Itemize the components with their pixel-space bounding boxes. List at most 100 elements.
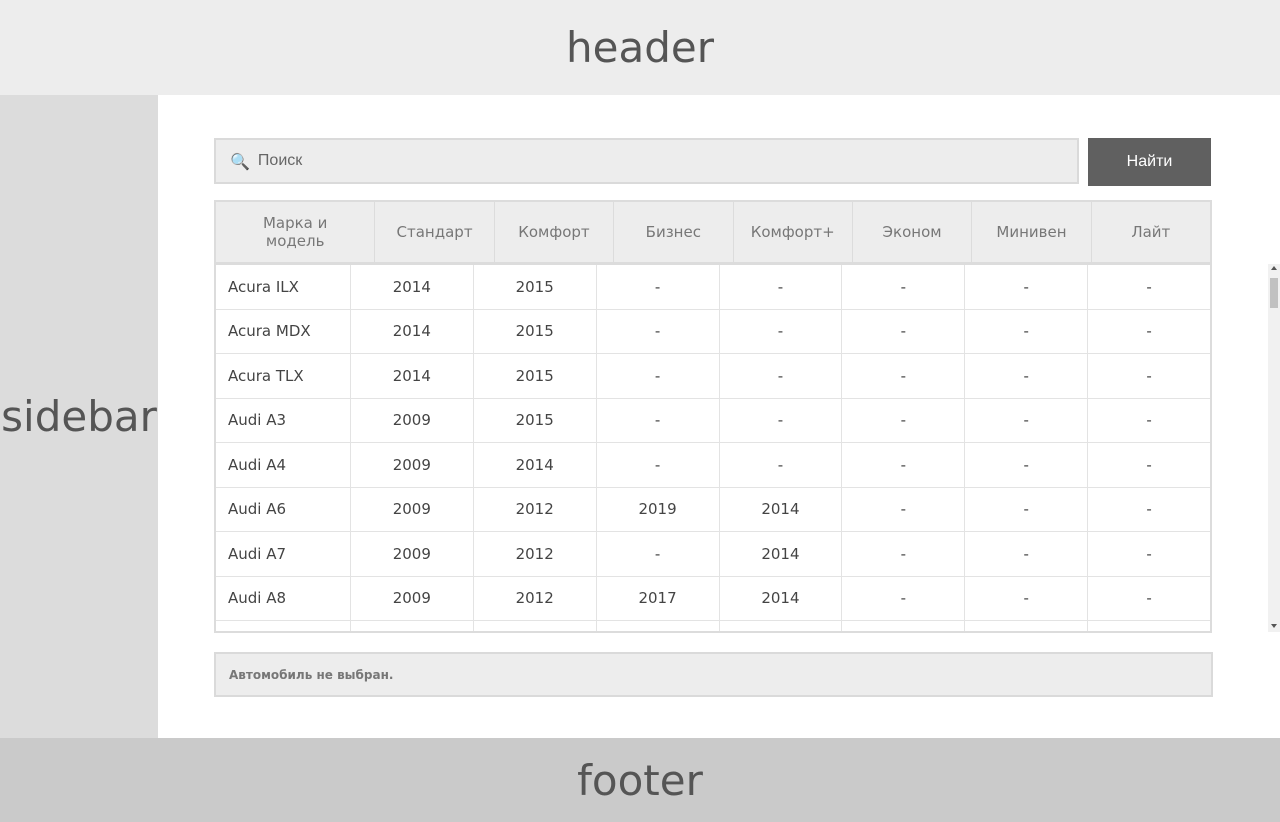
- table-row[interactable]: Audi A6 2009 2012 2019 2014- - -: [216, 487, 1210, 532]
- table-row[interactable]: Acura TLX 2014 2015- - - - -: [216, 354, 1210, 399]
- column-header: Бизнес: [614, 202, 734, 262]
- year-cell: 2012: [474, 487, 597, 531]
- year-cell: 2014: [351, 265, 474, 309]
- column-header: Комфорт+: [734, 202, 853, 262]
- page-footer: footer: [0, 738, 1280, 822]
- year-cell: -: [720, 398, 843, 442]
- year-cell: 2009: [351, 398, 474, 442]
- year-cell: -: [965, 443, 1089, 487]
- year-cell: -: [842, 398, 966, 442]
- year-cell: -: [965, 576, 1089, 620]
- table-header: Марка и модель Стандарт Комфорт Бизнес Комфо…: [216, 202, 1210, 265]
- table-row[interactable]: Audi A8 2009 2012 2017 2014- - -: [216, 576, 1210, 621]
- column-header: Марка и модель: [216, 202, 376, 262]
- status-message: Автомобиль не выбран.: [214, 652, 1213, 697]
- scroll-up-icon[interactable]: [1271, 266, 1277, 270]
- year-cell: -: [965, 265, 1089, 309]
- year-cell: 2017: [597, 576, 720, 620]
- column-header: Минивен: [972, 202, 1092, 262]
- year-cell: -: [1146, 322, 1152, 341]
- search-icon: 🔍: [230, 151, 250, 171]
- year-cell: 2015: [474, 354, 597, 398]
- year-cell: -: [965, 398, 1089, 442]
- year-cell: 2014: [720, 576, 843, 620]
- year-cell: 2009: [351, 443, 474, 487]
- column-header: Эконом: [853, 202, 973, 262]
- year-cell: -: [842, 621, 966, 631]
- search-field[interactable]: 🔍: [214, 138, 1079, 184]
- column-header: Лайт: [1131, 223, 1171, 241]
- year-cell: 2012: [474, 576, 597, 620]
- year-cell: -: [965, 487, 1089, 531]
- car-model-cell: Audi A4: [216, 443, 351, 487]
- year-cell: -: [597, 398, 720, 442]
- footer-text: footer: [577, 755, 703, 805]
- column-header: Стандарт: [375, 202, 495, 262]
- header-text: header: [566, 23, 714, 72]
- year-cell: -: [965, 532, 1089, 576]
- year-cell: 2015: [474, 265, 597, 309]
- year-cell: -: [1146, 589, 1152, 608]
- year-cell: 2012: [474, 532, 597, 576]
- year-cell: 2019: [597, 487, 720, 531]
- year-cell: -: [1146, 411, 1152, 430]
- year-cell: -: [842, 487, 966, 531]
- year-cell: 2015: [474, 309, 597, 353]
- year-cell: -: [597, 309, 720, 353]
- year-cell: -: [1146, 277, 1152, 296]
- cars-table: Марка и модель Стандарт Комфорт Бизнес Комфо…: [214, 200, 1212, 633]
- year-cell: -: [965, 354, 1089, 398]
- car-model-cell: Audi A3: [216, 398, 351, 442]
- year-cell: -: [597, 443, 720, 487]
- year-cell: -: [842, 576, 966, 620]
- car-model-cell: Acura TLX: [216, 354, 351, 398]
- year-cell: -: [842, 309, 966, 353]
- year-cell: -: [720, 621, 843, 631]
- year-cell: -: [1146, 455, 1152, 474]
- year-cell: 2014: [720, 532, 843, 576]
- scroll-down-icon[interactable]: [1271, 624, 1277, 628]
- year-cell: 2014: [720, 487, 843, 531]
- sidebar: sidebar: [0, 95, 158, 738]
- table-body[interactable]: Acura ILX 2014 2015- - - - - Acura MDX 2014 2015-…: [216, 265, 1210, 631]
- year-cell: -: [1146, 366, 1152, 385]
- car-model-cell: Audi A6: [216, 487, 351, 531]
- table-row[interactable]: Acura MDX 2014 2015- - - - -: [216, 309, 1210, 354]
- search-input[interactable]: [255, 151, 1060, 171]
- car-model-cell: Audi A7: [216, 532, 351, 576]
- year-cell: -: [965, 621, 1089, 631]
- year-cell: -: [597, 265, 720, 309]
- table-row[interactable]: Acura ILX 2014 2015- - - - -: [216, 265, 1210, 310]
- table-row[interactable]: Audi A4 2009 2014- - - - -: [216, 443, 1210, 488]
- page-header: header: [0, 0, 1280, 95]
- table-row[interactable]: Audi A8 L--2018----: [216, 621, 1210, 631]
- table-scrollbar[interactable]: [1268, 264, 1280, 632]
- scrollbar-thumb[interactable]: [1270, 278, 1278, 308]
- year-cell: -: [842, 532, 966, 576]
- find-button[interactable]: Найти: [1088, 138, 1211, 186]
- year-cell: -: [474, 621, 597, 631]
- year-cell: 2009: [351, 576, 474, 620]
- main-content: 🔍 Найти Марка и модельСтандартКомфортБиз…: [158, 95, 1280, 738]
- year-cell: 2009: [351, 532, 474, 576]
- year-cell: -: [597, 532, 720, 576]
- year-cell: -: [1088, 621, 1210, 631]
- year-cell: -: [842, 443, 966, 487]
- sidebar-text: sidebar: [1, 392, 157, 441]
- year-cell: -: [720, 443, 843, 487]
- table-row[interactable]: Audi A3 2009 2015- - - - -: [216, 398, 1210, 443]
- table-row[interactable]: Audi A7 2009 2012-2014- - -: [216, 532, 1210, 577]
- car-model-cell: Acura ILX: [216, 265, 351, 309]
- year-cell: -: [842, 265, 966, 309]
- year-cell: -: [597, 354, 720, 398]
- year-cell: -: [351, 621, 474, 631]
- year-cell: -: [720, 265, 843, 309]
- year-cell: -: [720, 309, 843, 353]
- year-cell: 2014: [351, 309, 474, 353]
- year-cell: 2018: [597, 621, 720, 631]
- car-model-cell: Audi A8: [216, 576, 351, 620]
- year-cell: -: [1146, 544, 1152, 563]
- car-model-cell: Acura MDX: [216, 309, 351, 353]
- year-cell: 2014: [474, 443, 597, 487]
- year-cell: -: [965, 309, 1089, 353]
